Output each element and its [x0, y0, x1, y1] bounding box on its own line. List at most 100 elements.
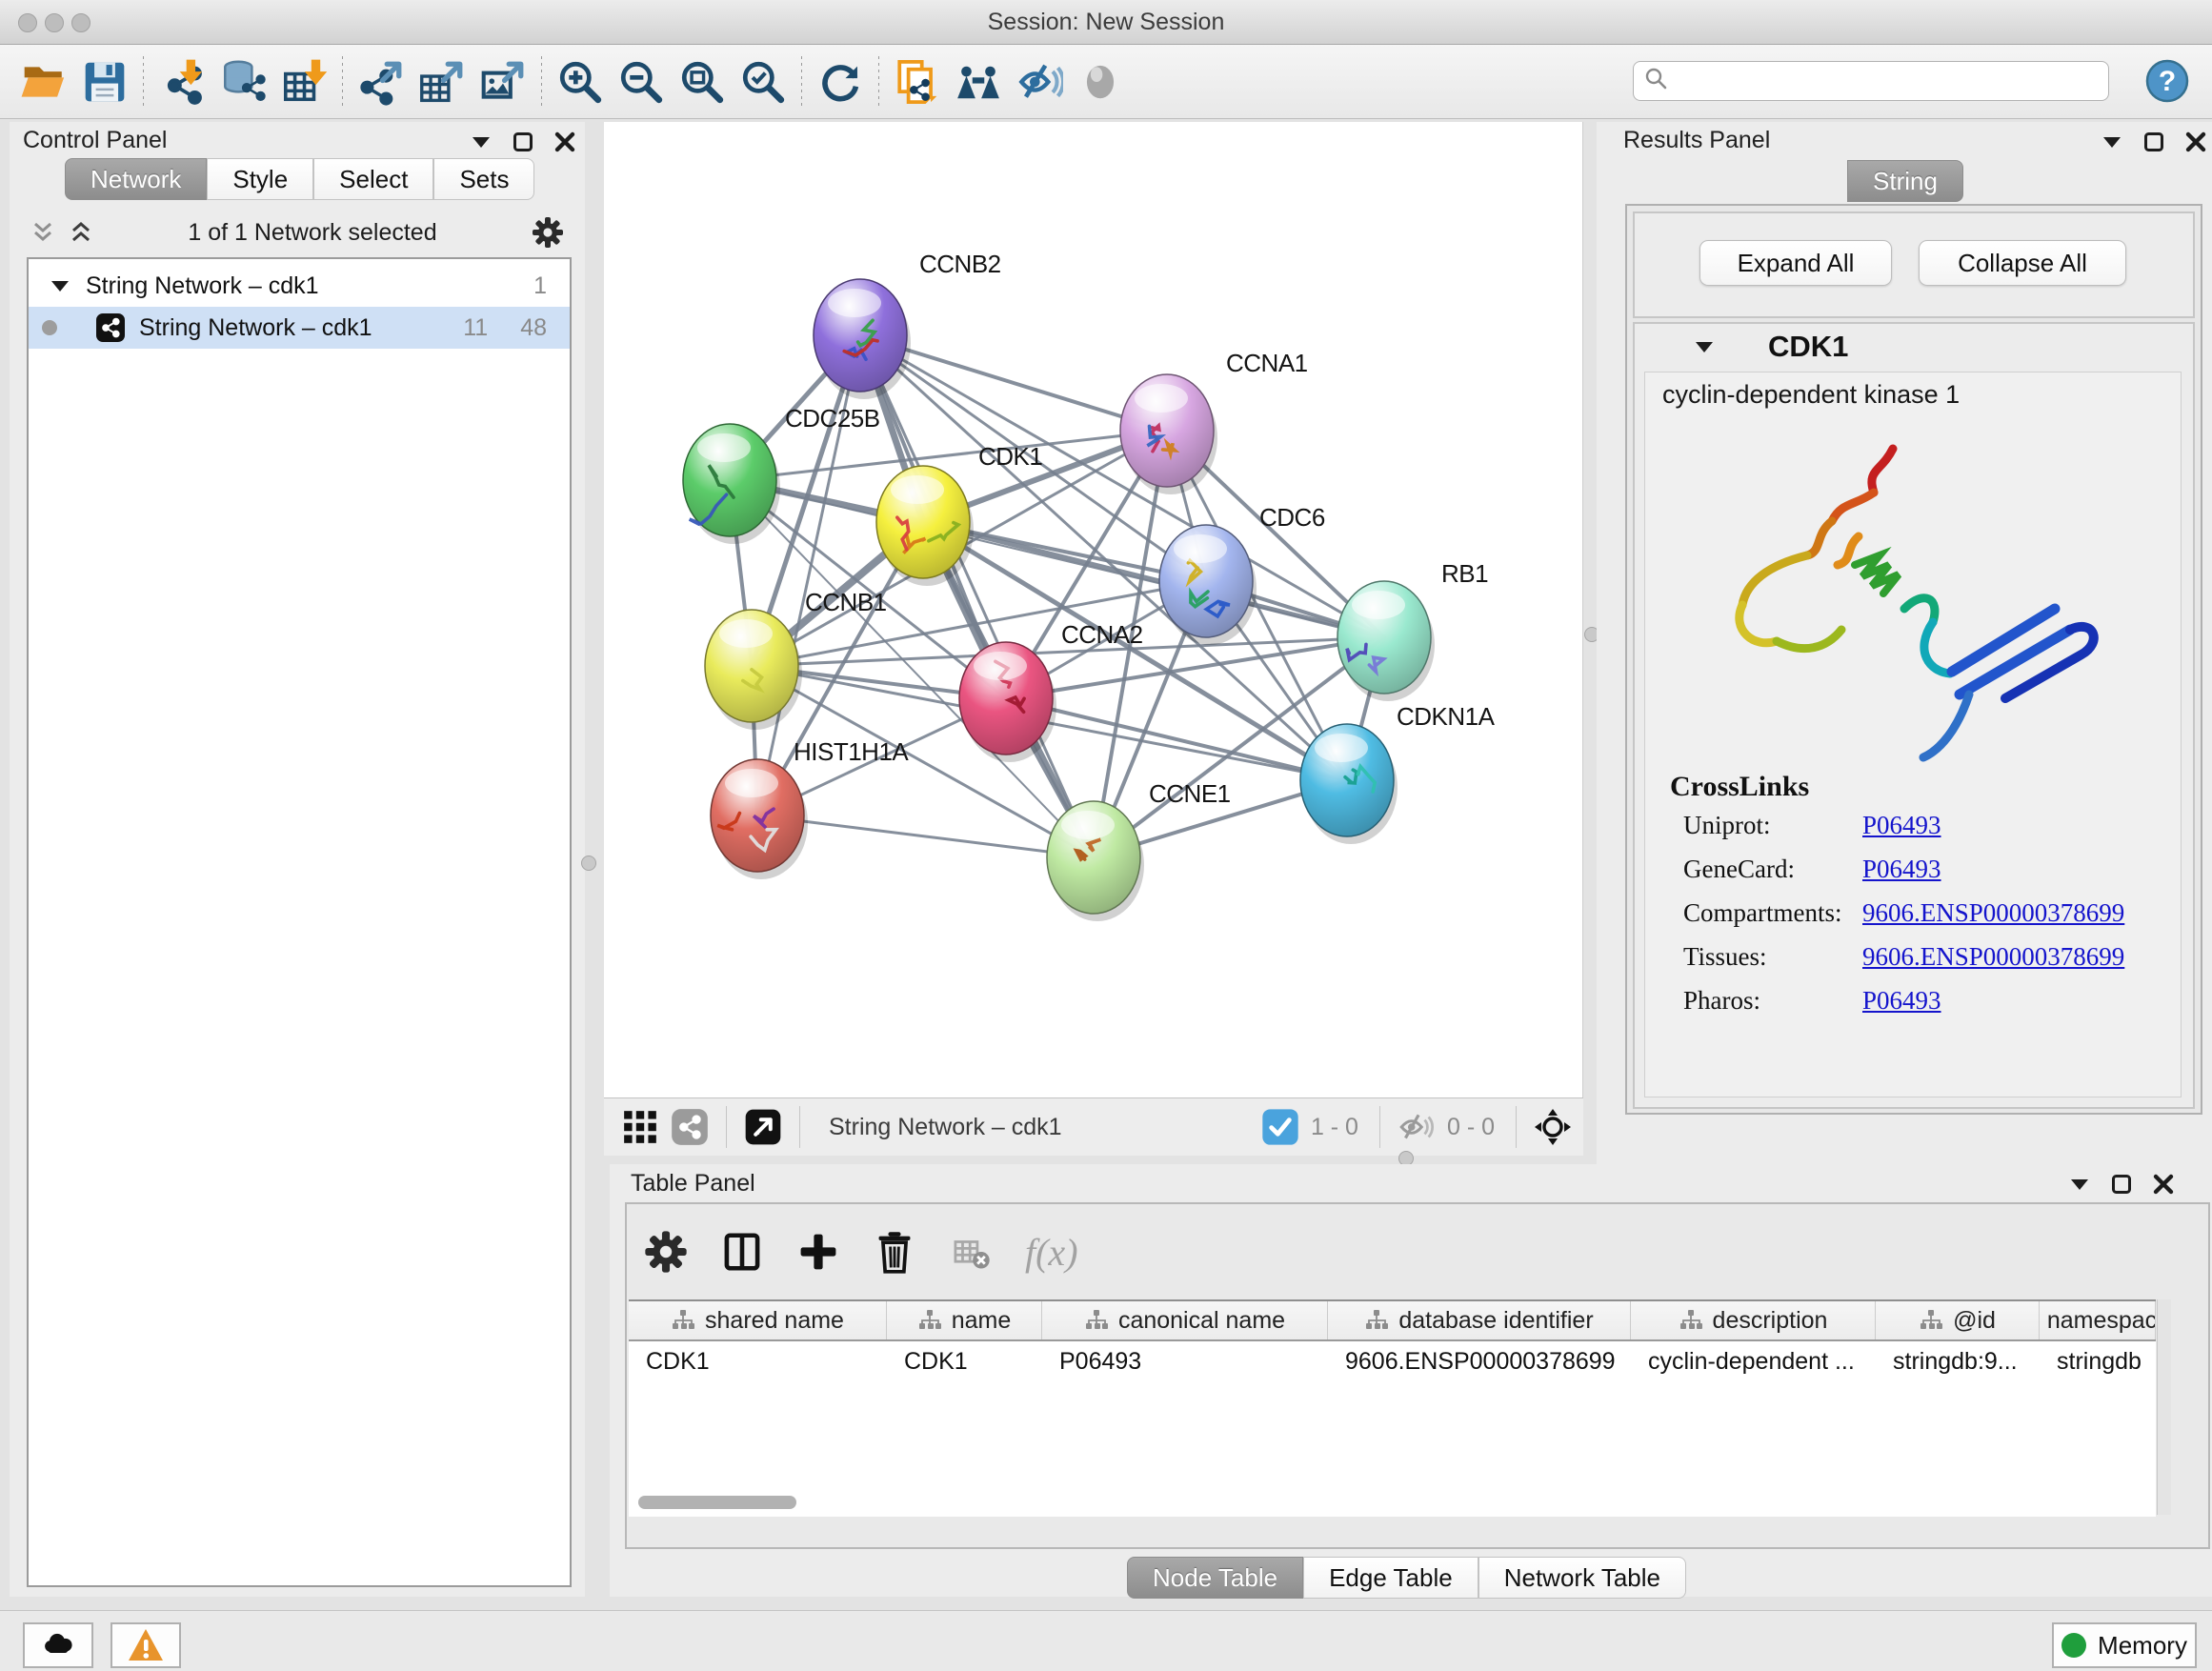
close-panel-icon[interactable]	[554, 131, 575, 152]
table-cell[interactable]: CDK1	[887, 1341, 1042, 1381]
collapse-table-icon[interactable]	[2069, 1177, 2090, 1192]
crosslink-label: GeneCard:	[1659, 847, 1862, 891]
application-window: Session: New Session ? Control Panel Net…	[0, 0, 2212, 1671]
search-box[interactable]	[1633, 61, 2109, 101]
import-network-file-icon[interactable]	[151, 53, 212, 111]
add-column-icon[interactable]	[796, 1230, 840, 1274]
title-bar[interactable]: Session: New Session	[0, 0, 2212, 45]
zoom-selected-icon[interactable]	[733, 53, 794, 111]
collapse-results-icon[interactable]	[2101, 134, 2122, 150]
collapse-panel-icon[interactable]	[471, 134, 492, 150]
table-cell[interactable]: cyclin-dependent ...	[1631, 1341, 1876, 1381]
table-cell[interactable]: stringdb	[2040, 1341, 2156, 1381]
column-header-description[interactable]: description	[1631, 1301, 1876, 1339]
tab-node-table[interactable]: Node Table	[1127, 1557, 1303, 1599]
column-header-sharedname[interactable]: shared name	[629, 1301, 887, 1339]
cloud-status-button[interactable]	[23, 1622, 93, 1668]
hide-selected-icon[interactable]	[1009, 53, 1070, 111]
import-network-database-icon[interactable]	[212, 53, 273, 111]
crosslink-link[interactable]: P06493	[1862, 855, 1941, 883]
close-results-icon[interactable]	[2185, 131, 2206, 152]
column-header-databaseidentifier[interactable]: database identifier	[1328, 1301, 1631, 1339]
tree-expand-icon[interactable]	[50, 278, 70, 293]
float-table-icon[interactable]	[2111, 1174, 2132, 1195]
node-label: CCNB2	[919, 250, 1001, 278]
collapse-all-button[interactable]: Collapse All	[1919, 240, 2126, 286]
birds-eye-view-button[interactable]	[615, 1104, 665, 1150]
import-table-file-icon[interactable]	[273, 53, 334, 111]
table-cell[interactable]: stringdb:9...	[1876, 1341, 2040, 1381]
first-neighbors-icon[interactable]	[948, 53, 1009, 111]
collapse-all-tree-icon[interactable]	[69, 220, 93, 245]
network-edge[interactable]	[860, 335, 1094, 857]
zoom-fit-icon[interactable]	[672, 53, 733, 111]
crosslink-link[interactable]: P06493	[1862, 811, 1941, 839]
horizontal-scrollbar-thumb[interactable]	[638, 1496, 796, 1509]
export-image-icon[interactable]	[473, 53, 533, 111]
network-node-ccne1[interactable]: CCNE1	[1047, 779, 1231, 921]
open-session-icon[interactable]	[13, 53, 74, 111]
warnings-button[interactable]	[111, 1622, 181, 1668]
table-cell[interactable]: CDK1	[629, 1341, 887, 1381]
selected-checkbox-icon[interactable]	[1256, 1104, 1305, 1150]
svg-text:?: ?	[2159, 66, 2176, 97]
gene-collapse-icon[interactable]	[1694, 339, 1715, 359]
fit-selected-crosshair-icon[interactable]	[1528, 1104, 1578, 1150]
export-table-icon[interactable]	[412, 53, 473, 111]
tab-sets[interactable]: Sets	[433, 158, 534, 200]
crosslink-link[interactable]: 9606.ENSP00000378699	[1862, 942, 2124, 971]
help-button[interactable]: ?	[2145, 59, 2189, 108]
crosslink-link[interactable]: 9606.ENSP00000378699	[1862, 898, 2124, 927]
column-header-canonicalname[interactable]: canonical name	[1042, 1301, 1328, 1339]
float-panel-icon[interactable]	[513, 131, 533, 152]
show-column-icon[interactable]	[720, 1230, 764, 1274]
tab-style[interactable]: Style	[207, 158, 313, 200]
toolbar-separator	[801, 56, 802, 108]
export-network-icon[interactable]	[351, 53, 412, 111]
table-cell[interactable]: 9606.ENSP00000378699	[1328, 1341, 1631, 1381]
network-canvas[interactable]: CCNB2CCNA1CDC25BCDK1CDC6RB1CCNB1CCNA2CDK…	[604, 122, 1583, 1097]
network-edge[interactable]	[1006, 698, 1347, 780]
refresh-view-icon[interactable]	[810, 53, 871, 111]
crosslink-link[interactable]: P06493	[1862, 986, 1941, 1015]
tab-string[interactable]: String	[1847, 160, 1963, 202]
memory-button[interactable]: Memory	[2052, 1622, 2197, 1668]
network-node-cdkn1a[interactable]: CDKN1A	[1300, 702, 1496, 844]
save-session-icon[interactable]	[74, 53, 135, 111]
duplicate-network-icon[interactable]	[887, 53, 948, 111]
table-row[interactable]: CDK1CDK1P064939606.ENSP00000378699cyclin…	[629, 1341, 2156, 1381]
gene-detail-card: cyclin-dependent kinase 1	[1644, 372, 2182, 1097]
search-input[interactable]	[1670, 67, 2083, 95]
float-results-icon[interactable]	[2143, 131, 2164, 152]
tab-network[interactable]: Network	[65, 158, 207, 200]
network-status-dot	[42, 320, 57, 335]
show-all-icon[interactable]	[1070, 53, 1131, 111]
tab-select[interactable]: Select	[313, 158, 433, 200]
zoom-out-icon[interactable]	[611, 53, 672, 111]
column-header-id[interactable]: @id	[1876, 1301, 2040, 1339]
delete-column-icon[interactable]	[873, 1230, 916, 1274]
detach-view-button[interactable]	[738, 1104, 788, 1150]
table-cell[interactable]: P06493	[1042, 1341, 1328, 1381]
network-node-ccnb1[interactable]: CCNB1	[705, 588, 887, 730]
column-header-name[interactable]: name	[887, 1301, 1042, 1339]
table-settings-gear-icon[interactable]	[644, 1230, 688, 1274]
zoom-in-icon[interactable]	[550, 53, 611, 111]
left-splitter-handle[interactable]	[581, 856, 596, 871]
network-overview-button[interactable]	[665, 1104, 714, 1150]
network-node-rb1[interactable]: RB1	[1337, 559, 1488, 701]
network-row-selected[interactable]: String Network – cdk1 11 48	[29, 307, 570, 349]
network-node-cdc6[interactable]: CDC6	[1159, 503, 1325, 645]
vertical-scrollbar-track[interactable]	[2157, 1299, 2171, 1515]
column-header-namespac[interactable]: namespac	[2040, 1301, 2156, 1339]
memory-label: Memory	[2098, 1631, 2187, 1661]
tab-edge-table[interactable]: Edge Table	[1303, 1557, 1478, 1599]
expand-all-button[interactable]: Expand All	[1699, 240, 1892, 286]
tab-network-table[interactable]: Network Table	[1478, 1557, 1686, 1599]
close-table-icon[interactable]	[2153, 1174, 2174, 1195]
network-node-hist1h1a[interactable]: HIST1H1A	[711, 737, 909, 879]
network-options-gear-icon[interactable]	[532, 216, 564, 249]
expand-all-tree-icon[interactable]	[30, 220, 55, 245]
network-node-ccna1[interactable]: CCNA1	[1120, 349, 1308, 494]
network-collection-row[interactable]: String Network – cdk1 1	[29, 265, 570, 307]
